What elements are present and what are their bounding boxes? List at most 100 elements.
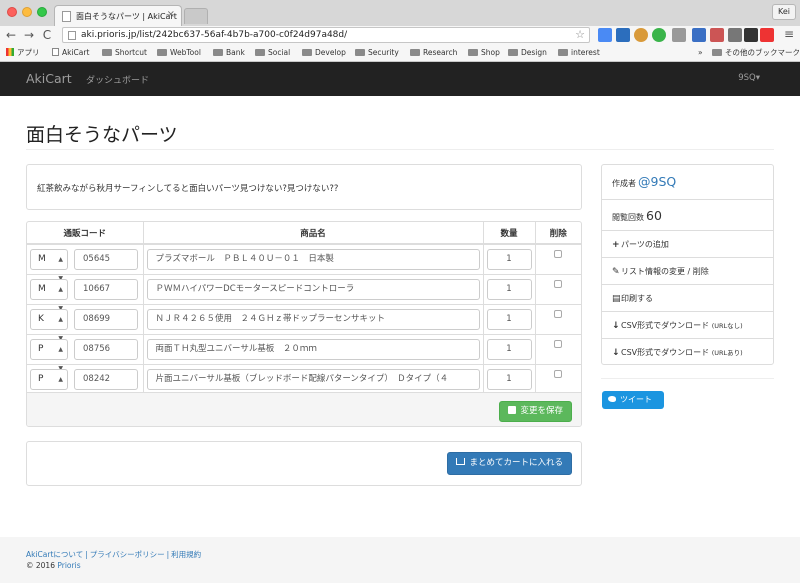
add-extension-icon[interactable] — [760, 28, 774, 42]
delete-checkbox[interactable] — [554, 340, 563, 348]
bookmark-akicart[interactable]: AkiCart — [52, 47, 89, 59]
cart-panel: まとめてカートに入れる — [26, 441, 582, 486]
quantity-input[interactable]: 1 — [486, 368, 532, 390]
terms-link[interactable]: 利用規約 — [171, 550, 201, 559]
bookmark-star-icon[interactable]: ☆ — [575, 28, 585, 41]
view-count: 60 — [646, 208, 662, 223]
table-row: P▲▼ 08756 両面ＴＨ丸型ユニバーサル基板 ２０ｍｍ 1 — [27, 333, 581, 372]
sidebar-item-edit-list[interactable]: ✎リスト情報の変更 / 削除 — [602, 257, 773, 284]
page-icon — [52, 48, 59, 56]
tab-close-icon[interactable]: × — [167, 9, 175, 20]
list-description: 紅茶飲みながら秋月サーフィンしてると面白いパーツ見つけない?見つけない?? — [37, 184, 339, 194]
download-icon: ↓ — [612, 321, 620, 331]
evernote-extension-icon[interactable] — [652, 28, 666, 42]
calendar-extension-icon[interactable] — [692, 28, 706, 42]
bookmark-folder-develop[interactable]: Develop — [302, 47, 346, 59]
zoom-window-button[interactable] — [37, 7, 47, 17]
profile-button[interactable]: Kei — [772, 4, 796, 20]
code-prefix-select[interactable]: K▲▼ — [30, 308, 68, 342]
code-input[interactable]: 08242 — [74, 368, 138, 390]
folder-icon — [558, 49, 568, 56]
bookmarks-bar: アプリ AkiCart Shortcut WebTool Bank Social… — [0, 44, 800, 62]
bookmark-folder-research[interactable]: Research — [410, 47, 457, 59]
table-row: P▲▼ 08242 片面ユニバーサル基板（ブレッドボード配線パターンタイプ） Ｄ… — [27, 363, 581, 402]
nav-dashboard-link[interactable]: ダッシュボード — [86, 73, 149, 86]
code-prefix-select[interactable]: M▲▼ — [30, 278, 68, 312]
bookmark-folder-bank[interactable]: Bank — [213, 47, 245, 59]
code-input[interactable]: 08699 — [74, 308, 138, 330]
bookmark-overflow-icon[interactable]: » — [698, 47, 703, 59]
bookmark-folder-design[interactable]: Design — [508, 47, 547, 59]
quantity-input[interactable]: 1 — [486, 278, 532, 300]
bookmark-folder-webtool[interactable]: WebTool — [157, 47, 201, 59]
product-name-input[interactable]: プラズマボール ＰＢＬ４０Ｕ－０１ 日本製 — [146, 248, 480, 270]
new-tab-button[interactable] — [184, 8, 208, 24]
product-name-input[interactable]: ＰＷＭハイパワーDCモータースピードコントローラ — [146, 278, 480, 300]
browser-tab-active[interactable]: 面白そうなパーツ | AkiCart × — [54, 5, 182, 26]
company-link[interactable]: Prioris — [57, 561, 80, 570]
folder-icon — [712, 49, 722, 56]
sidebar-item-csv-url[interactable]: ↓CSV形式でダウンロード (URLあり) — [602, 338, 773, 365]
hatena-bookmark-extension-icon[interactable] — [616, 28, 630, 42]
quantity-input[interactable]: 1 — [486, 338, 532, 360]
brand-link[interactable]: AkiCart — [26, 71, 72, 86]
table-header-row: 通販コード 商品名 数量 削除 — [27, 222, 581, 245]
delete-checkbox[interactable] — [554, 280, 563, 288]
folder-icon — [355, 49, 365, 56]
folder-icon — [102, 49, 112, 56]
code-input[interactable]: 08756 — [74, 338, 138, 360]
sidebar-item-csv-plain[interactable]: ↓CSV形式でダウンロード (URLなし) — [602, 311, 773, 338]
product-name-input[interactable]: 両面ＴＨ丸型ユニバーサル基板 ２０ｍｍ — [146, 338, 480, 360]
bookmark-folder-shop[interactable]: Shop — [468, 47, 500, 59]
reload-icon[interactable]: C — [40, 26, 54, 44]
close-window-button[interactable] — [7, 7, 17, 17]
browser-toolbar: ← → C aki.prioris.jp/list/242bc637-56af-… — [0, 26, 800, 44]
save-changes-button[interactable]: 変更を保存 — [499, 401, 572, 422]
url-text[interactable]: aki.prioris.jp/list/242bc637-56af-4b7b-a… — [81, 30, 347, 40]
bookmark-folder-shortcut[interactable]: Shortcut — [102, 47, 147, 59]
parts-panel: 通販コード 商品名 数量 削除 M▲▼ 05645 プラズマボール ＰＢＬ４０Ｕ… — [26, 221, 582, 427]
parts-table: 通販コード 商品名 数量 削除 M▲▼ 05645 プラズマボール ＰＢＬ４０Ｕ… — [27, 222, 581, 402]
add-all-to-cart-button[interactable]: まとめてカートに入れる — [447, 452, 572, 475]
page-icon — [68, 31, 76, 40]
pdf-extension-icon[interactable] — [710, 28, 724, 42]
menu-icon[interactable]: ≡ — [784, 27, 794, 41]
quantity-input[interactable]: 1 — [486, 248, 532, 270]
tweet-button[interactable]: ツイート — [602, 391, 664, 409]
bookmark-apps[interactable]: アプリ — [6, 47, 40, 59]
delete-checkbox[interactable] — [554, 250, 563, 259]
bookmark-folder-other[interactable]: その他のブックマーク — [712, 47, 800, 59]
about-link[interactable]: AkiCartについて — [26, 550, 83, 559]
minimize-window-button[interactable] — [22, 7, 32, 17]
bookmark-folder-interest[interactable]: interest — [558, 47, 600, 59]
address-bar[interactable]: aki.prioris.jp/list/242bc637-56af-4b7b-a… — [62, 27, 590, 43]
delete-checkbox[interactable] — [554, 370, 563, 379]
code-input[interactable]: 05645 — [74, 248, 138, 270]
sidebar-item-print[interactable]: ▤印刷する — [602, 284, 773, 311]
code-prefix-select[interactable]: P▲▼ — [30, 368, 68, 402]
translate-extension-icon[interactable] — [598, 28, 612, 42]
code-input[interactable]: 10667 — [74, 278, 138, 300]
bookmark-folder-social[interactable]: Social — [255, 47, 290, 59]
back-arrow-icon[interactable]: ← — [4, 26, 18, 44]
quantity-input[interactable]: 1 — [486, 308, 532, 330]
apps-icon — [6, 48, 14, 56]
privacy-policy-link[interactable]: プライバシーポリシー — [90, 550, 165, 559]
amazon-extension-icon[interactable] — [744, 28, 758, 42]
user-dropdown[interactable]: 9SQ▾ — [738, 73, 760, 83]
cookie-extension-icon[interactable] — [634, 28, 648, 42]
bookmark-folder-security[interactable]: Security — [355, 47, 399, 59]
author-link[interactable]: @9SQ — [638, 174, 676, 189]
code-prefix-select[interactable]: M▲▼ — [30, 248, 68, 282]
mail-extension-icon[interactable] — [672, 28, 686, 42]
code-prefix-select[interactable]: P▲▼ — [30, 338, 68, 372]
forward-arrow-icon[interactable]: → — [22, 26, 36, 44]
sidebar-divider — [601, 378, 774, 379]
product-name-input[interactable]: 片面ユニバーサル基板（ブレッドボード配線パターンタイプ） Ｄタイプ（４ — [146, 368, 480, 390]
tv-extension-icon[interactable] — [728, 28, 742, 42]
sidebar-item-add-part[interactable]: +パーツの追加 — [602, 230, 773, 257]
sidebar-author: 作成者 @9SQ — [612, 174, 677, 189]
delete-checkbox[interactable] — [554, 310, 563, 318]
product-name-input[interactable]: ＮＪＲ４２６５使用 ２４ＧＨｚ帯ドップラーセンサキット — [146, 308, 480, 330]
browser-tab-bar: 面白そうなパーツ | AkiCart × Kei — [0, 0, 800, 26]
